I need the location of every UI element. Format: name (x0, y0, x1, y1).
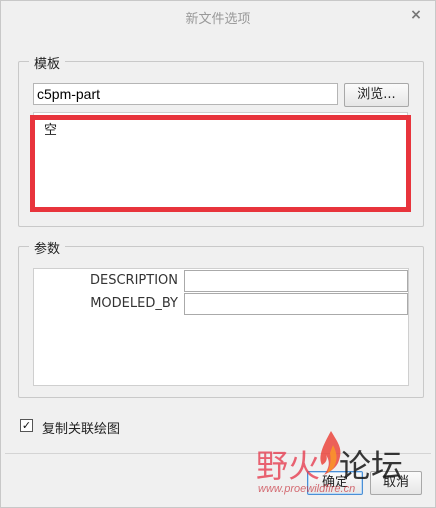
parameters-table: DESCRIPTION MODELED_BY (33, 268, 409, 386)
browse-button[interactable]: 浏览... (344, 83, 409, 107)
title-bar: 新文件选项 × (1, 1, 435, 35)
description-input[interactable] (184, 270, 408, 292)
param-label-modeled-by: MODELED_BY (90, 296, 178, 311)
ok-button[interactable]: 确定 (307, 471, 363, 495)
close-icon[interactable]: × (407, 6, 425, 24)
template-group-title: 模板 (29, 53, 66, 72)
new-file-options-dialog: 新文件选项 × 模板 浏览... 空 参数 DESCRIPTION MODELE… (0, 0, 436, 508)
copy-drawing-checkbox[interactable]: ✓ (20, 419, 33, 432)
cancel-button[interactable]: 取消 (370, 471, 422, 495)
template-group: 模板 浏览... 空 (18, 53, 424, 227)
param-row-modeled-by: MODELED_BY (34, 293, 408, 315)
dialog-title: 新文件选项 (185, 12, 251, 27)
param-row-description: DESCRIPTION (34, 270, 408, 292)
template-list-item-empty[interactable]: 空 (44, 119, 57, 138)
modeled-by-input[interactable] (184, 293, 408, 315)
parameters-group: 参数 DESCRIPTION MODELED_BY (18, 238, 424, 398)
parameters-group-title: 参数 (29, 238, 66, 257)
param-label-description: DESCRIPTION (90, 273, 178, 288)
footer-divider (5, 453, 431, 454)
copy-drawing-label[interactable]: 复制关联绘图 (42, 418, 120, 437)
template-name-input[interactable] (33, 83, 338, 105)
template-list[interactable]: 空 (33, 112, 408, 208)
